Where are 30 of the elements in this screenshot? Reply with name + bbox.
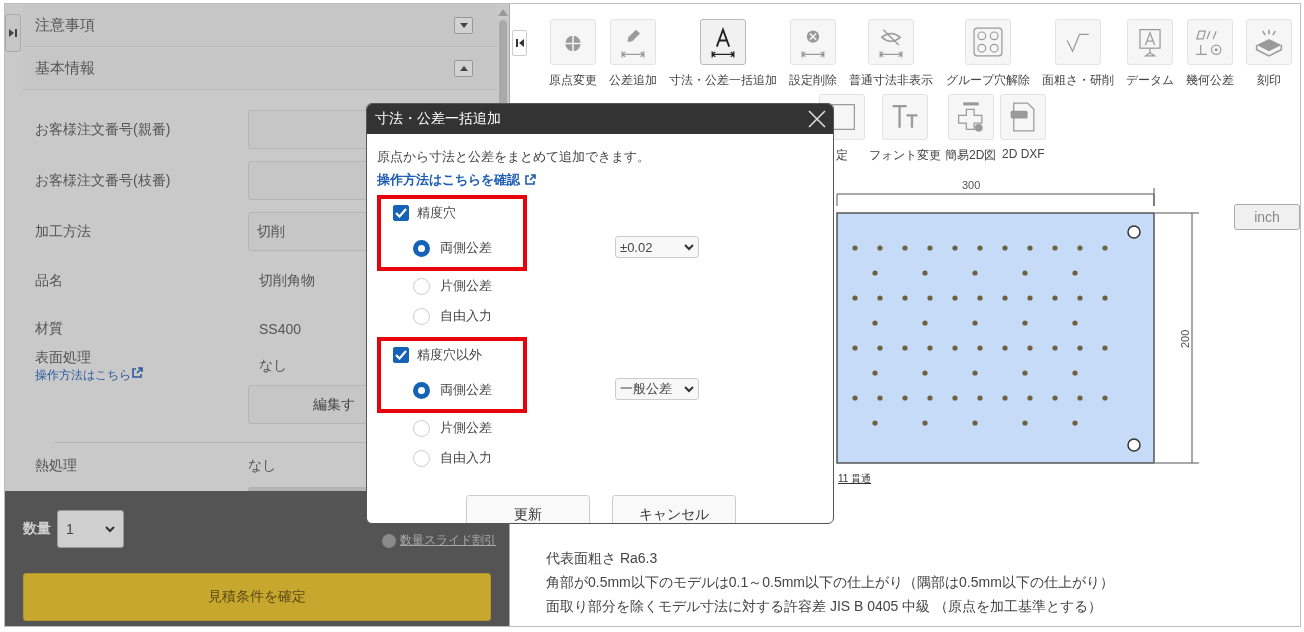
option-label: 自由入力: [440, 307, 492, 325]
field-label: 材質: [35, 320, 64, 338]
field-value: なし: [258, 357, 287, 375]
hole-note: 11 貫通: [838, 472, 872, 486]
dimension-label: 300: [962, 179, 981, 191]
field-value: 切削角物: [258, 272, 315, 290]
section-title: 基本情報: [35, 58, 95, 78]
field-value: なし: [248, 457, 276, 475]
field-label: 加工方法: [35, 222, 92, 241]
field-value: SS400: [258, 321, 302, 337]
option-label: 両側公差: [440, 381, 492, 399]
note-text: 面取り部分を除くモデル寸法に対する許容差 JIS B 0405 中級 （原点を加工基準とする）: [546, 598, 1104, 616]
section-title: 注意事項: [35, 15, 95, 35]
option-label: 自由入力: [440, 449, 492, 467]
dialog-title: 寸法・公差一括追加: [375, 110, 501, 128]
option-label: 片側公差: [440, 277, 492, 295]
quantity-label: 数量: [23, 520, 51, 538]
field-label: 熱処理: [35, 457, 78, 475]
option-label: 片側公差: [440, 419, 492, 437]
field-label: お客様注文番号(親番): [35, 120, 172, 139]
note-text: 代表面粗さ Ra6.3: [546, 550, 659, 568]
note-text: 角部が0.5mm以下のモデルは0.1～0.5mm以下の仕上がり（隅部は0.5mm以下の仕上がり）: [546, 574, 1115, 592]
field-label: お客様注文番号(枝番): [35, 171, 172, 190]
dimension-label: 200: [1179, 329, 1191, 348]
checkbox-label: 精度穴: [417, 204, 456, 222]
option-label: 両側公差: [440, 239, 492, 257]
field-label: 表面処理: [35, 348, 92, 367]
checkbox-label: 精度穴以外: [417, 346, 482, 364]
field-label: 品名: [35, 272, 64, 290]
dialog-description: 原点から寸法と公差をまとめて追加できます。: [377, 148, 651, 166]
